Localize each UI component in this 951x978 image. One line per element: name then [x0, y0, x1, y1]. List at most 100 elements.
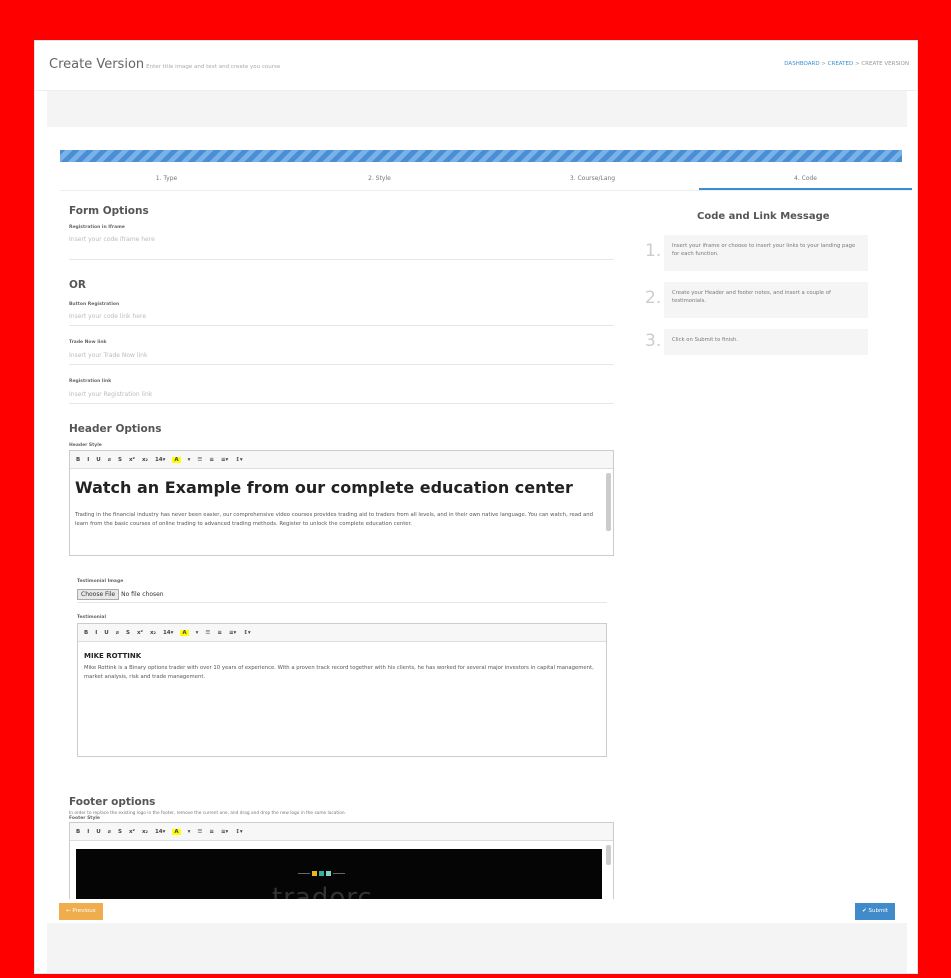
line-height-dropdown[interactable]: ↕▾: [243, 630, 250, 636]
italic-button[interactable]: I: [87, 457, 89, 463]
line-height-dropdown[interactable]: ↕▾: [235, 829, 242, 835]
subscript-button[interactable]: x₂: [142, 457, 148, 463]
help-item: 2. Create your Header and footer notes, …: [645, 282, 875, 318]
ordered-list-button[interactable]: ≡: [209, 829, 214, 835]
iframe-label: Registration in Iframe: [69, 225, 125, 230]
unordered-list-button[interactable]: ☰: [197, 457, 202, 463]
text-color-button[interactable]: A: [172, 456, 181, 463]
bold-button[interactable]: B: [84, 630, 88, 636]
help-item: 3. Click on Submit to finish.: [645, 329, 875, 355]
bottom-band: [47, 923, 907, 973]
tab-style[interactable]: 2. Style: [273, 167, 486, 190]
editor-toolbar: B I U ⌀ S x² x₂ 14▾ A ▾ ☰ ≡ ≡▾ ↕▾: [70, 823, 613, 841]
input-underline: [77, 602, 607, 603]
breadcrumb-dashboard[interactable]: DASHBOARD: [784, 61, 819, 67]
iframe-textarea[interactable]: Insert your code iframe here: [69, 236, 155, 243]
header-band: [47, 91, 907, 127]
text-color-button[interactable]: A: [180, 629, 189, 636]
font-size-dropdown[interactable]: 14▾: [155, 457, 165, 463]
submit-button[interactable]: ✔ Submit: [855, 903, 895, 920]
ordered-list-button[interactable]: ≡: [209, 457, 214, 463]
editor-toolbar: B I U ⌀ S x² x₂ 14▾ A ▾ ☰ ≡ ≡▾ ↕▾: [70, 451, 613, 469]
page-container: Create Version Enter title image and text…: [34, 40, 918, 974]
strikethrough-button[interactable]: S: [118, 829, 122, 835]
editor-scrollbar[interactable]: [606, 473, 611, 531]
superscript-button[interactable]: x²: [137, 630, 143, 636]
clear-format-button[interactable]: ⌀: [116, 630, 119, 636]
underline-button[interactable]: U: [96, 829, 100, 835]
strikethrough-button[interactable]: S: [126, 630, 130, 636]
clear-format-button[interactable]: ⌀: [108, 457, 111, 463]
input-underline: [69, 325, 614, 326]
testimonial-label: Testimonial: [77, 615, 107, 620]
strikethrough-button[interactable]: S: [118, 457, 122, 463]
page-title: Create Version Enter title image and text…: [49, 57, 281, 72]
italic-button[interactable]: I: [87, 829, 89, 835]
font-size-dropdown[interactable]: 14▾: [163, 630, 173, 636]
action-bar: ← Previous ✔ Submit: [47, 899, 907, 923]
underline-button[interactable]: U: [96, 457, 100, 463]
tab-type[interactable]: 1. Type: [60, 167, 273, 190]
header-heading-text: Watch an Example from our complete educa…: [75, 478, 573, 497]
trade-now-label: Trade Now link: [69, 340, 107, 345]
clear-format-button[interactable]: ⌀: [108, 829, 111, 835]
or-heading: OR: [69, 279, 87, 291]
input-underline: [69, 364, 614, 365]
subscript-button[interactable]: x₂: [142, 829, 148, 835]
page-header: Create Version Enter title image and text…: [35, 41, 917, 91]
file-chooser: Choose File No file chosen: [77, 589, 164, 600]
tab-course-lang[interactable]: 3. Course/Lang: [486, 167, 699, 190]
unordered-list-button[interactable]: ☰: [205, 630, 210, 636]
footer-editor[interactable]: B I U ⌀ S x² x₂ 14▾ A ▾ ☰ ≡ ≡▾ ↕▾ trador…: [69, 822, 614, 910]
editor-scrollbar[interactable]: [606, 845, 611, 865]
breadcrumb-current: CREATE VERSION: [861, 61, 909, 67]
superscript-button[interactable]: x²: [129, 457, 135, 463]
font-size-dropdown[interactable]: 14▾: [155, 829, 165, 835]
align-dropdown[interactable]: ≡▾: [221, 829, 228, 835]
color-dropdown[interactable]: ▾: [188, 457, 191, 463]
registration-link-label: Registration link: [69, 379, 112, 384]
trade-now-input[interactable]: Insert your Trade Now link: [69, 352, 147, 359]
breadcrumb-separator: >: [854, 61, 860, 67]
superscript-button[interactable]: x²: [129, 829, 135, 835]
footer-options-heading: Footer options: [69, 796, 156, 808]
wizard-panel: 1. Type 2. Style 3. Course/Lang 4. Code …: [47, 127, 912, 910]
unordered-list-button[interactable]: ☰: [197, 829, 202, 835]
previous-button[interactable]: ← Previous: [59, 903, 103, 920]
underline-button[interactable]: U: [104, 630, 108, 636]
help-title: Code and Link Message: [697, 211, 830, 222]
button-registration-label: Button Registration: [69, 302, 120, 307]
form-options-heading: Form Options: [69, 205, 149, 217]
line-height-dropdown[interactable]: ↕▾: [235, 457, 242, 463]
header-paragraph-text: Trading in the financial industry has ne…: [75, 512, 594, 527]
footer-style-label: Footer Style: [69, 816, 100, 821]
no-file-text: No file chosen: [121, 591, 164, 598]
testimonial-name: MIKE ROTTINK: [84, 652, 142, 660]
color-dropdown[interactable]: ▾: [196, 630, 199, 636]
italic-button[interactable]: I: [95, 630, 97, 636]
header-style-label: Header Style: [69, 443, 102, 448]
bold-button[interactable]: B: [76, 457, 80, 463]
registration-link-input[interactable]: Insert your Registration link: [69, 391, 152, 398]
page-subtitle: Enter title image and text and create yo…: [146, 64, 281, 70]
choose-file-button[interactable]: Choose File: [77, 589, 120, 600]
bold-button[interactable]: B: [76, 829, 80, 835]
testimonial-image-label: Testimonial Image: [77, 579, 124, 584]
tab-code[interactable]: 4. Code: [699, 167, 912, 190]
input-underline: [69, 403, 614, 404]
align-dropdown[interactable]: ≡▾: [221, 457, 228, 463]
header-options-heading: Header Options: [69, 423, 162, 435]
ordered-list-button[interactable]: ≡: [217, 630, 222, 636]
help-text: Insert your iframe or choose to insert y…: [664, 235, 868, 271]
help-number: 2.: [645, 288, 662, 308]
button-registration-input[interactable]: Insert your code link here: [69, 313, 146, 320]
text-color-button[interactable]: A: [172, 828, 181, 835]
color-dropdown[interactable]: ▾: [188, 829, 191, 835]
progress-bar: [60, 150, 902, 162]
help-item: 1. Insert your iframe or choose to inser…: [645, 235, 875, 271]
testimonial-editor[interactable]: B I U ⌀ S x² x₂ 14▾ A ▾ ☰ ≡ ≡▾ ↕▾ MIKE R…: [77, 623, 607, 757]
header-editor[interactable]: B I U ⌀ S x² x₂ 14▾ A ▾ ☰ ≡ ≡▾ ↕▾ Watch …: [69, 450, 614, 556]
breadcrumb-created[interactable]: CREATED: [828, 61, 854, 67]
align-dropdown[interactable]: ≡▾: [229, 630, 236, 636]
subscript-button[interactable]: x₂: [150, 630, 156, 636]
